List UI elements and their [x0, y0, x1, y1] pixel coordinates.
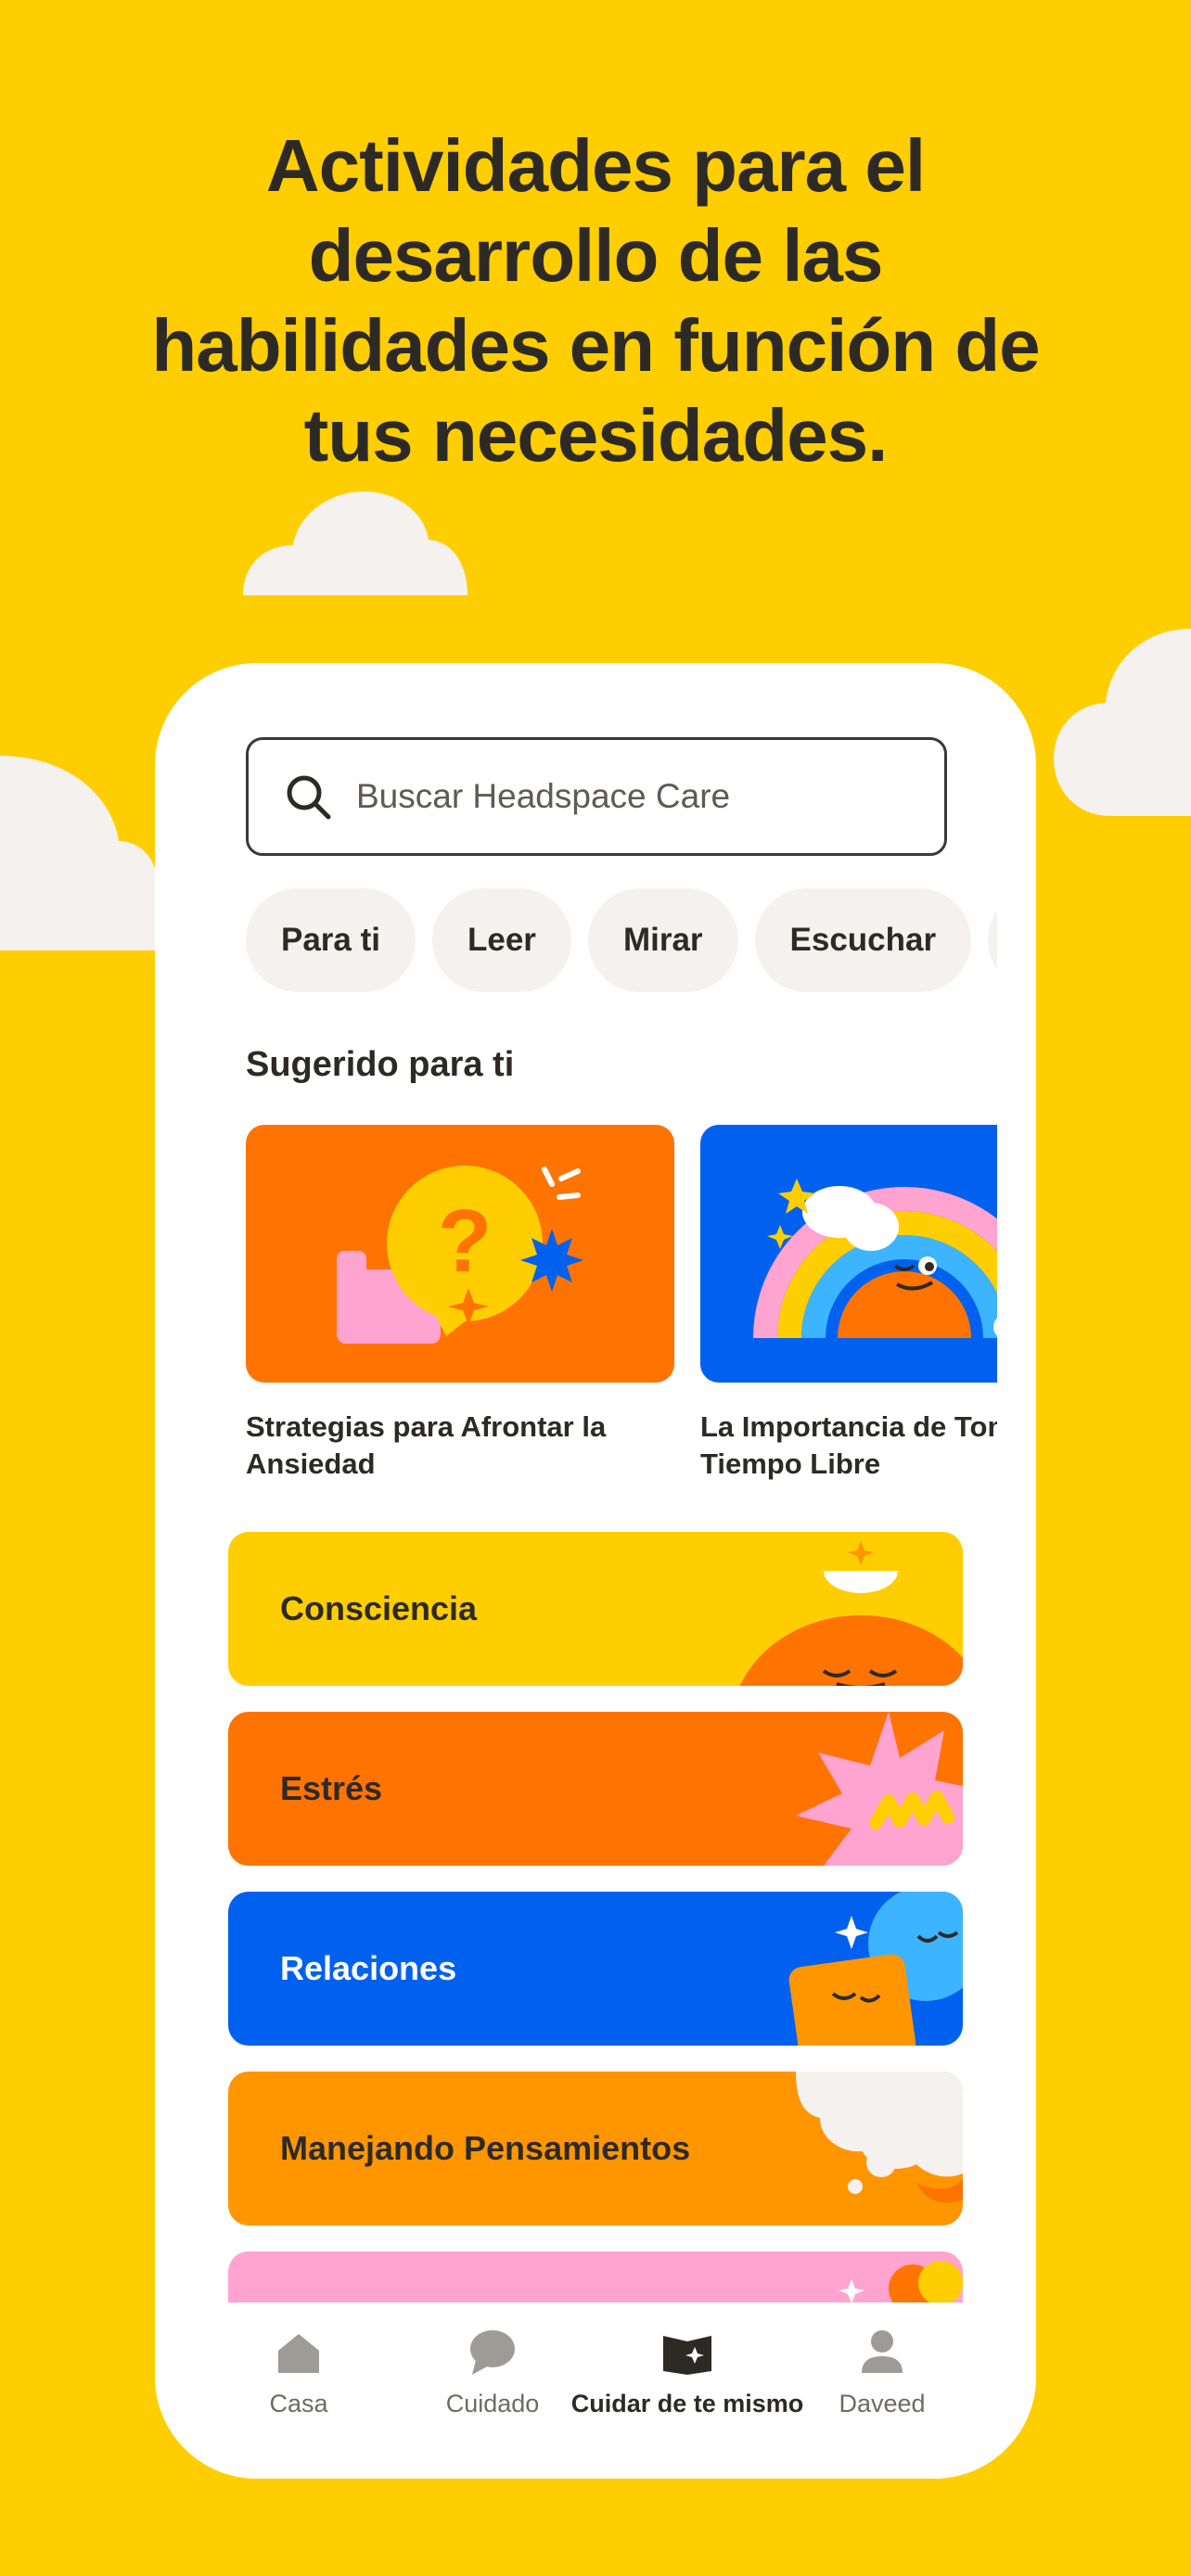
headline-line: Actividades para el — [265, 124, 926, 207]
headline-line: desarrollo de las — [308, 214, 884, 297]
cloud-illustration — [0, 756, 158, 950]
nav-item-casa[interactable]: Casa — [201, 2302, 396, 2479]
headline: Actividades para el desarrollo de las ha… — [0, 121, 1191, 480]
chat-bubble-icon — [470, 2330, 515, 2375]
anxiety-illustration: ? — [337, 1166, 583, 1344]
filter-chips: Para ti Leer Mirar Escuchar — [246, 888, 997, 992]
section-title-suggested: Sugerido para ti — [246, 1045, 515, 1084]
bottom-nav: Casa Cuidado Cuidar de te mismo Daveed — [155, 2302, 1036, 2479]
mindfulness-illustration — [739, 1541, 963, 1686]
card-caption: Strategias para Afrontar la Ansiedad — [246, 1410, 607, 1480]
cloud-illustration — [243, 491, 467, 595]
topic-label: Relaciones — [280, 1949, 457, 1987]
topic-manejando-pensamientos[interactable]: Manejando Pensamientos — [228, 2072, 963, 2225]
chip-mirar[interactable]: Mirar — [587, 888, 738, 992]
nav-label: Casa — [269, 2390, 328, 2417]
profile-icon — [862, 2330, 903, 2373]
nav-label: Daveed — [839, 2390, 926, 2417]
home-icon — [278, 2334, 319, 2373]
phone-screen: Buscar Headspace Care Para ti Leer Mirar… — [155, 663, 1036, 2479]
topic-label: Manejando Pensamientos — [280, 2129, 691, 2167]
suggested-carousel: ? Strategias para Afrontar la Ansiedad L… — [246, 1125, 997, 1496]
topic-estres[interactable]: Estrés — [228, 1712, 963, 1866]
search-icon — [287, 775, 331, 820]
chip-para-ti[interactable]: Para ti — [246, 888, 416, 992]
chip-escuchar[interactable]: Escuchar — [754, 888, 972, 992]
nav-item-cuidar-de-te-mismo[interactable]: Cuidar de te mismo — [571, 2302, 803, 2479]
headline-line: tus necesidades. — [303, 394, 889, 477]
nav-item-cuidado[interactable]: Cuidado — [395, 2302, 590, 2479]
card-thumbnail: ? — [246, 1125, 674, 1383]
suggested-card[interactable]: La Importancia de Tom Tiempo Libre — [700, 1125, 997, 1483]
suggested-card[interactable]: ? Strategias para Afrontar la Ansiedad — [246, 1125, 674, 1483]
topic-label: Consciencia — [280, 1589, 478, 1627]
search-placeholder: Buscar Headspace Care — [356, 777, 731, 815]
svg-text:?: ? — [438, 1192, 493, 1291]
thoughts-illustration — [796, 2072, 963, 2203]
topic-relaciones[interactable]: Relaciones — [228, 1892, 963, 2046]
headline-line: habilidades en función de — [151, 304, 1040, 387]
chip-leer[interactable]: Leer — [432, 888, 571, 992]
relationships-illustration — [788, 1892, 963, 2046]
nav-label: Cuidar de te mismo — [570, 2390, 804, 2417]
nav-item-daveed[interactable]: Daveed — [785, 2302, 980, 2479]
chip-more[interactable] — [988, 888, 997, 992]
stress-illustration — [796, 1712, 963, 1866]
rainbow-illustration — [753, 1179, 997, 1339]
open-book-icon — [663, 2336, 711, 2375]
nav-label: Cuidado — [445, 2390, 540, 2417]
card-caption: La Importancia de Tom Tiempo Libre — [700, 1410, 997, 1480]
cloud-illustration — [1054, 629, 1191, 816]
topic-label: Estrés — [280, 1769, 383, 1807]
search-input[interactable]: Buscar Headspace Care — [246, 737, 947, 856]
topic-consciencia[interactable]: Consciencia — [228, 1532, 963, 1686]
card-thumbnail — [700, 1125, 997, 1383]
